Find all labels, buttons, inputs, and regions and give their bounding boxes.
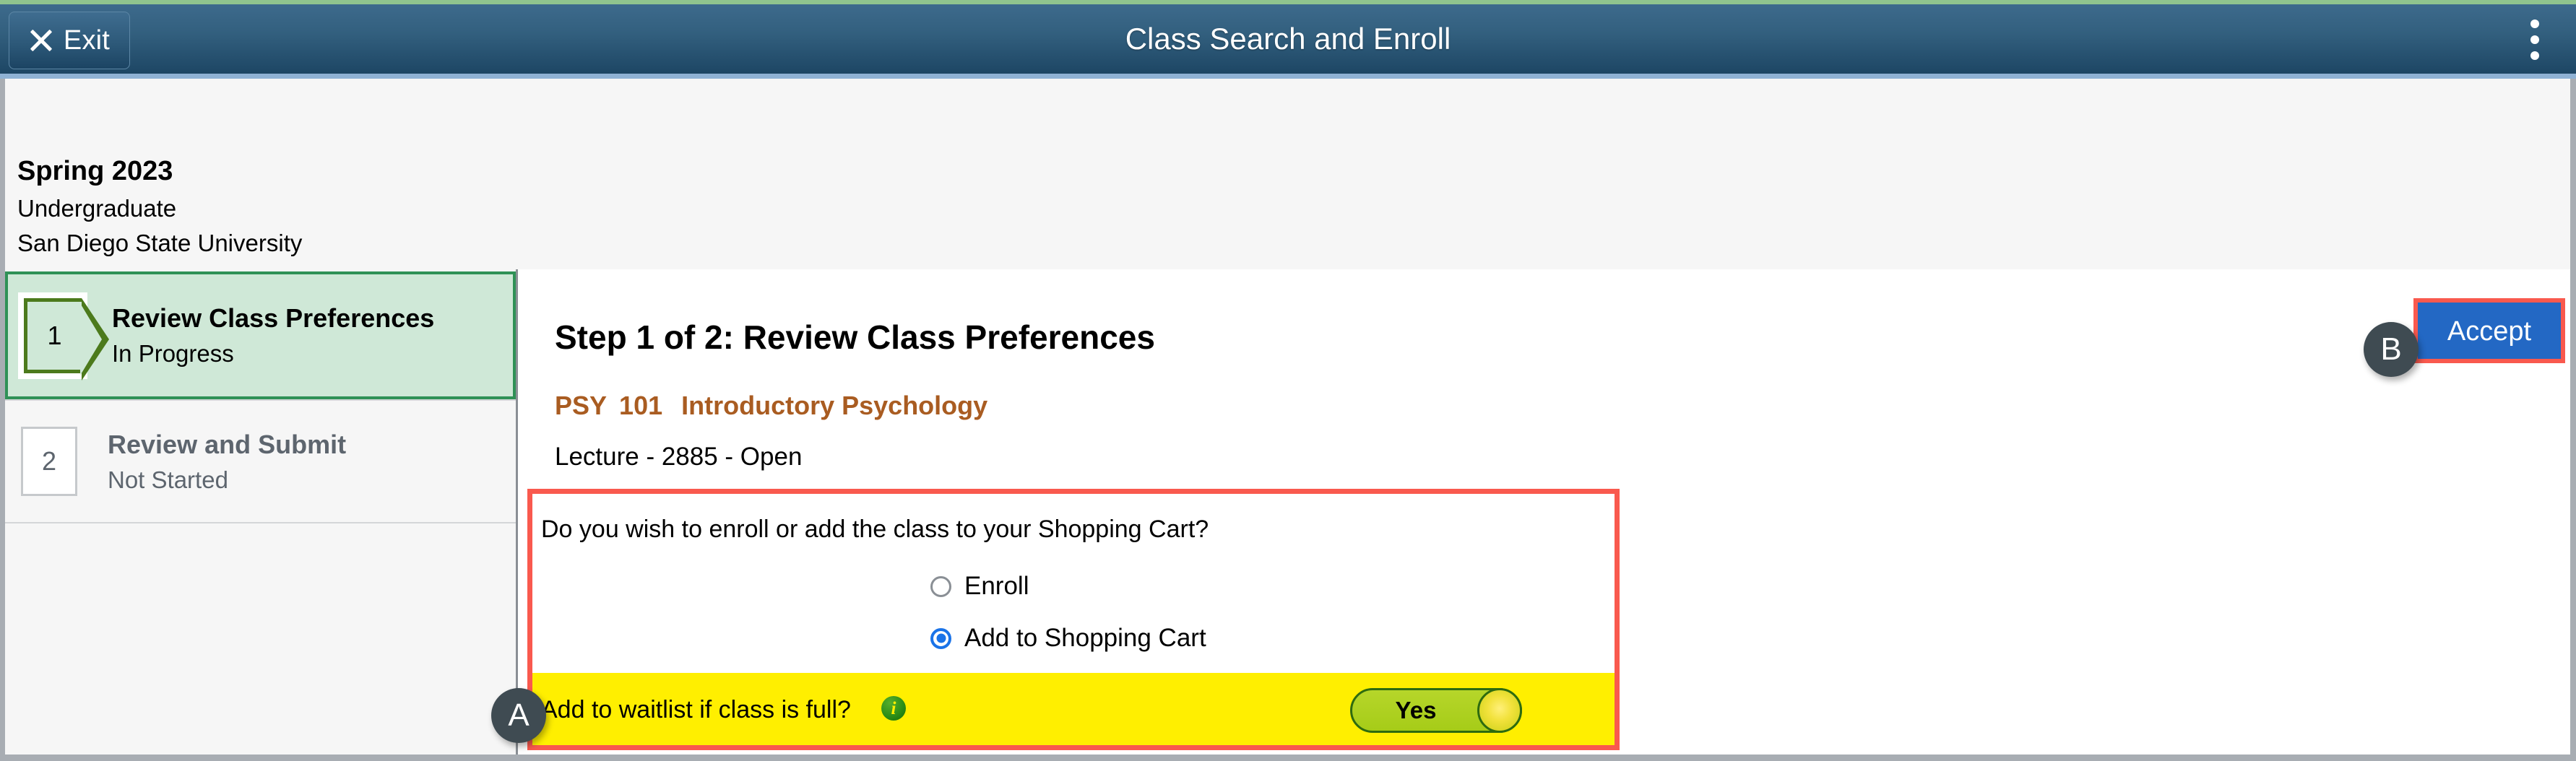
header-underline [0,74,2576,79]
step-text-1: Review Class Preferences In Progress [112,303,434,368]
course-catalog-number: 101 [619,391,663,420]
main-content-panel: Step 1 of 2: Review Class Preferences PS… [520,269,2570,755]
waitlist-label: Add to waitlist if class is full? [541,696,851,723]
step-number-badge-2: 2 [21,427,77,496]
enrollment-question: Do you wish to enroll or add the class t… [541,516,1209,543]
close-x-icon [29,28,53,53]
annotation-badge-b: B [2364,322,2419,377]
term-career: Undergraduate [17,195,177,222]
radio-option-enroll[interactable]: Enroll [930,572,1029,601]
step-heading: Step 1 of 2: Review Class Preferences [555,318,1155,356]
accept-button[interactable]: Accept [2418,303,2561,359]
enrollment-options-box: Do you wish to enroll or add the class t… [527,489,1620,750]
waitlist-row: Add to waitlist if class is full? i Yes [532,673,1615,745]
course-link[interactable]: PSY 101 Introductory Psychology [555,391,987,421]
term-name: Spring 2023 [17,156,173,186]
class-section-info: Lecture - 2885 - Open [555,443,803,471]
step-number-badge-1: 1 [24,297,109,380]
step-title: Review Class Preferences [112,303,435,333]
annotation-badge-a: A [491,688,546,743]
window-border-left [0,0,5,761]
class-search-and-enroll-page: Class Search and Enroll Exit Spring 2023… [0,0,2576,761]
radio-label-enroll: Enroll [964,572,1029,600]
radio-option-add-to-shopping-cart[interactable]: Add to Shopping Cart [930,624,1206,653]
term-info-panel: Spring 2023 Undergraduate San Diego Stat… [5,79,2570,269]
accept-button-highlight: Accept [2413,298,2565,363]
radio-label-add-to-shopping-cart: Add to Shopping Cart [964,624,1206,652]
body-area: 1 Review Class Preferences In Progress 2… [5,269,2570,755]
waitlist-toggle-knob [1477,688,1522,733]
exit-button[interactable]: Exit [9,12,130,69]
info-icon[interactable]: i [881,696,906,721]
sidebar-step-review-and-submit[interactable]: 2 Review and Submit Not Started [5,399,516,523]
waitlist-toggle-label: Yes [1395,697,1437,723]
page-title: Class Search and Enroll [1125,22,1451,56]
window-border-right [2570,0,2576,761]
waitlist-toggle[interactable]: Yes [1350,688,1522,733]
sidebar-step-review-class-preferences[interactable]: 1 Review Class Preferences In Progress [5,271,516,399]
course-title: Introductory Psychology [681,391,988,420]
term-institution: San Diego State University [17,230,303,256]
kebab-dot [2530,51,2539,60]
kebab-menu-icon[interactable] [2514,17,2556,62]
app-header: Class Search and Enroll Exit [0,4,2576,74]
step-title: Review and Submit [108,429,347,459]
radio-button-enroll[interactable] [930,575,951,597]
step-status: In Progress [112,340,234,367]
kebab-dot [2530,19,2539,28]
kebab-dot [2530,35,2539,44]
window-border-bottom [0,755,2576,761]
exit-button-label: Exit [63,25,111,56]
step-text-2: Review and Submit Not Started [108,430,346,494]
radio-button-add-to-shopping-cart[interactable] [930,627,951,649]
step-status: Not Started [108,466,228,493]
step-navigation-sidebar: 1 Review Class Preferences In Progress 2… [5,269,518,755]
course-subject: PSY [555,391,608,420]
